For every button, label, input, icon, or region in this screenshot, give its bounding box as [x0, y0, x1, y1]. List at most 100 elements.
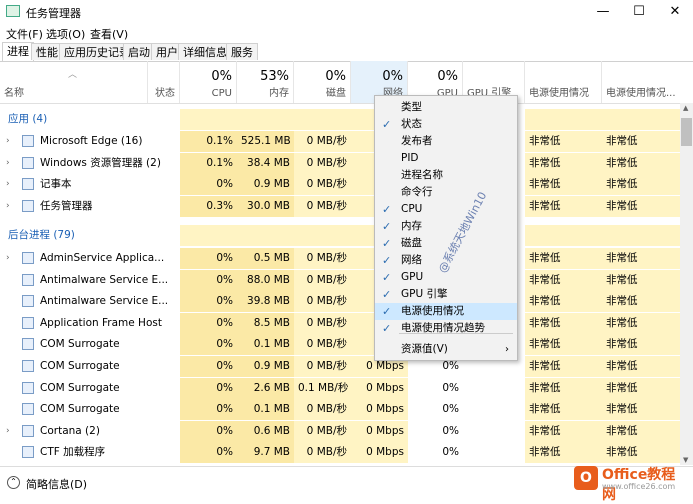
cell-cpu: 0% [180, 174, 237, 196]
menu-item-resource-values[interactable]: 资源值(V) › [375, 341, 517, 358]
process-icon [22, 446, 34, 459]
checkmark-icon: ✓ [382, 322, 392, 335]
maximize-button[interactable]: ☐ [621, 0, 657, 24]
process-name: 任务管理器 [40, 199, 93, 212]
checkmark-icon: ✓ [382, 237, 392, 250]
tab-processes[interactable]: 进程 [2, 42, 34, 61]
scrollbar-thumb[interactable] [681, 118, 692, 146]
fewer-details-link[interactable]: 简略信息(D) [26, 476, 87, 492]
cell-disk: 0 MB/秒 [294, 399, 351, 421]
menu-options[interactable]: 选项(O) [46, 26, 85, 42]
cell-cpu: 0% [180, 312, 237, 334]
table-row[interactable]: ›任务管理器0.3%30.0 MB0 MB/秒0非常低非常低 [0, 195, 680, 217]
table-row[interactable]: COM Surrogate 0% 2.6 MB 0.1 MB/秒 0 Mbps 0% 非常低… [0, 377, 680, 399]
table-row[interactable]: COM Surrogate 0% 0.9 MB 0 MB/秒 0 Mbps 0% 非常低 非常… [0, 356, 680, 377]
process-name: COM Surrogate [40, 360, 120, 372]
process-icon [22, 156, 34, 169]
cell-power: 非常低 [525, 334, 602, 356]
cell-trend: 非常低 [602, 334, 680, 356]
cell-power: 非常低 [525, 269, 602, 291]
process-icon [22, 273, 34, 286]
menu-item[interactable]: ✓ 内存 [375, 218, 517, 235]
table-row[interactable]: ›Windows 资源管理器 (2)0.1%38.4 MB0 MB/秒0非常低非… [0, 152, 680, 174]
process-name: COM Surrogate [40, 381, 120, 394]
menu-item[interactable]: ✓ 电源使用情况 [375, 303, 517, 320]
table-row[interactable]: Antimalware Service E...0%88.0 MB0 MB/秒0… [0, 269, 680, 291]
menu-item[interactable]: PID [375, 150, 517, 167]
cell-mem: 9.7 MB [237, 442, 294, 464]
menu-view[interactable]: 查看(V) [90, 26, 128, 42]
group-label-background: 后台进程 (79) [8, 229, 75, 241]
cell-gpu: 0% [442, 403, 459, 416]
cell-disk: 0 MB/秒 [294, 312, 351, 334]
header-power-trend[interactable]: 电源使用情况... [602, 61, 680, 103]
header-cpu[interactable]: 0% CPU [180, 61, 237, 103]
expand-chevron-icon[interactable]: › [6, 179, 10, 189]
cell-trend: 非常低 [602, 356, 680, 377]
cell-net: 0 Mbps [351, 420, 408, 442]
menu-file[interactable]: 文件(F) [6, 26, 43, 42]
menu-item[interactable]: 发布者 [375, 133, 517, 150]
cell-disk: 0 MB/秒 [294, 420, 351, 442]
menu-item[interactable]: ✓ 电源使用情况趋势 [375, 320, 517, 337]
expand-chevron-icon[interactable]: › [6, 136, 10, 146]
collapse-icon[interactable]: ⌃ [7, 476, 20, 489]
menu-item[interactable]: ✓ CPU [375, 201, 517, 218]
checkmark-icon: ✓ [382, 271, 392, 284]
table-row[interactable]: ›Microsoft Edge (16)0.1%525.1 MB0 MB/秒0非… [0, 131, 680, 152]
cell-cpu: 0% [180, 442, 237, 464]
cell-power: 非常低 [525, 399, 602, 421]
expand-chevron-icon[interactable]: › [6, 201, 10, 211]
table-row[interactable]: COM Surrogate0%0.1 MB0 MB/秒0非常低非常低 [0, 334, 680, 356]
menu-item[interactable]: ✓ GPU 引擎 [375, 286, 517, 303]
process-icon [22, 403, 34, 416]
header-power[interactable]: 电源使用情况 [525, 61, 602, 103]
header-name[interactable]: ︿ 名称 [0, 61, 148, 103]
table-row[interactable]: ›AdminService Applica...0%0.5 MB0 MB/秒0非… [0, 248, 680, 269]
expand-chevron-icon[interactable]: › [6, 426, 10, 436]
header-memory[interactable]: 53% 内存 [237, 61, 294, 103]
table-row[interactable]: COM Surrogate 0% 0.1 MB 0 MB/秒 0 Mbps 0% 非常低 非常… [0, 399, 680, 421]
expand-chevron-icon[interactable]: › [6, 158, 10, 168]
close-button[interactable]: ✕ [657, 0, 693, 24]
cell-cpu: 0% [180, 420, 237, 442]
scroll-up-icon[interactable]: ▲ [683, 104, 688, 112]
group-header-apps[interactable]: 应用 (4) [0, 109, 680, 130]
cell-trend: 非常低 [602, 269, 680, 291]
menu-item[interactable]: ✓ 状态 [375, 116, 517, 133]
group-label-apps: 应用 (4) [8, 113, 48, 125]
menu-item[interactable]: 进程名称 [375, 167, 517, 184]
group-header-background[interactable]: 后台进程 (79) [0, 225, 680, 246]
header-status[interactable]: 状态 [148, 61, 180, 103]
menu-item[interactable]: 命令行 [375, 184, 517, 201]
table-row[interactable]: ›记事本0%0.9 MB0 MB/秒0非常低非常低 [0, 174, 680, 196]
column-header: ︿ 名称 状态 0% CPU 53% 内存 0% 磁盘 0% 网络 0% GPU… [0, 61, 680, 104]
cell-disk: 0 MB/秒 [294, 291, 351, 313]
cell-gpu: 0% [442, 381, 459, 394]
expand-chevron-icon[interactable]: › [6, 253, 10, 263]
menu-item[interactable]: 类型 [375, 99, 517, 116]
table-row[interactable]: CTF 加载程序 0% 9.7 MB 0 MB/秒 0 Mbps 0% 非常低 非常低 [0, 442, 680, 464]
vertical-scrollbar[interactable] [680, 103, 693, 465]
table-row[interactable]: › Cortana (2) 0% 0.6 MB 0 MB/秒 0 Mbps 0% 非常低 非常低 [0, 420, 680, 442]
cell-trend: 非常低 [602, 377, 680, 399]
menu-bar: 文件(F) 选项(O) 查看(V) [0, 24, 693, 42]
cell-disk: 0.1 MB/秒 [294, 377, 351, 399]
tab-details[interactable]: 详细信息 [178, 43, 232, 60]
table-row[interactable]: Antimalware Service E...0%39.8 MB0 MB/秒0… [0, 291, 680, 313]
cell-cpu: 0.3% [180, 195, 237, 217]
table-row[interactable]: Application Frame Host0%8.5 MB0 MB/秒0非常低… [0, 312, 680, 334]
office-logo-icon: O [574, 466, 598, 490]
tab-services[interactable]: 服务 [226, 43, 258, 60]
cell-cpu: 0% [180, 269, 237, 291]
cell-mem: 0.1 MB [237, 334, 294, 356]
cell-mem: 0.9 MB [237, 174, 294, 196]
process-name: Microsoft Edge (16) [40, 135, 143, 147]
header-disk[interactable]: 0% 磁盘 [294, 61, 351, 103]
menu-separator [399, 333, 513, 334]
minimize-button[interactable]: — [585, 0, 621, 24]
process-icon [22, 178, 34, 191]
process-icon [22, 360, 34, 372]
checkmark-icon: ✓ [382, 288, 392, 301]
cell-power: 非常低 [525, 377, 602, 399]
